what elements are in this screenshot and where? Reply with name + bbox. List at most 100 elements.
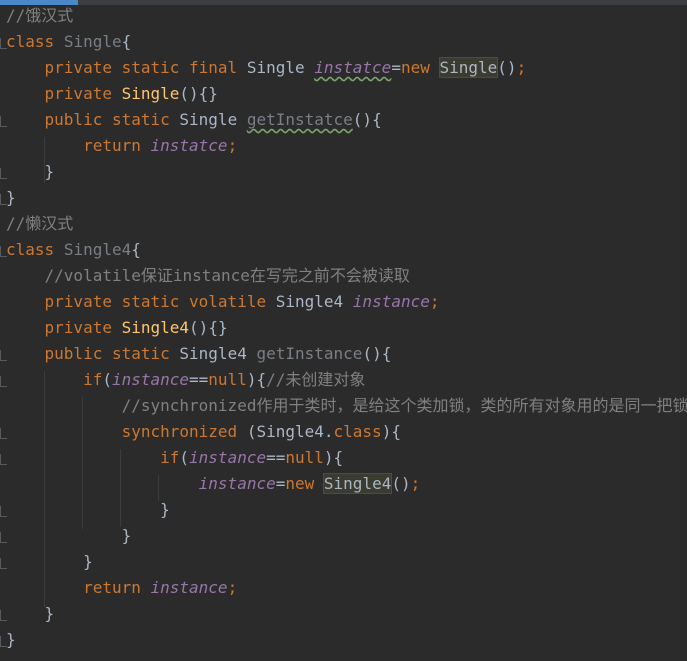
comment: //volatile保证instance在写完之前不会被读取 — [44, 266, 410, 285]
field-name: instance — [352, 292, 430, 311]
brace: } — [6, 500, 170, 519]
modifiers: private static final — [44, 58, 238, 77]
comment: //未创建对象 — [266, 370, 366, 389]
brace: } — [6, 630, 16, 649]
field-name: instance — [198, 474, 276, 493]
keyword: private — [44, 318, 112, 337]
type-name: Single4 — [169, 344, 257, 363]
editor-tab-bar — [0, 0, 687, 5]
code-line[interactable]: if(instance==null){//未创建对象 — [6, 367, 365, 393]
field-name: instance — [111, 370, 190, 389]
code-line[interactable]: } — [6, 497, 170, 523]
code-line[interactable]: } — [6, 601, 55, 627]
code-line[interactable]: } — [6, 159, 55, 185]
keyword: null — [208, 370, 247, 389]
code-line[interactable]: instance=new Single4(); — [6, 471, 420, 497]
paren: ( — [102, 370, 112, 389]
code-line[interactable]: //懒汉式 — [6, 211, 73, 237]
class-name: Single — [63, 32, 122, 51]
code-line[interactable]: //volatile保证instance在写完之前不会被读取 — [6, 263, 410, 289]
code-line[interactable]: private Single4(){} — [6, 315, 228, 341]
brace: } — [6, 188, 16, 207]
operator: == — [189, 370, 209, 389]
class-name: Single4 — [63, 240, 132, 259]
comment: //饿汉式 — [6, 6, 74, 25]
code-line[interactable]: } — [6, 549, 93, 575]
brace: } — [6, 552, 93, 571]
parens: (){ — [352, 110, 382, 129]
code-line[interactable]: if(instance==null){ — [6, 445, 343, 471]
modifiers: private static volatile — [44, 292, 267, 311]
code-line[interactable]: } — [6, 627, 16, 653]
field-name: instance — [150, 578, 228, 597]
keyword: new — [285, 474, 315, 493]
modifiers: public static — [44, 344, 170, 363]
constructor-call: Single — [438, 57, 499, 78]
keyword: return — [83, 578, 141, 597]
brace: } — [6, 526, 132, 545]
parens: (){} — [179, 84, 218, 103]
parens: (){ — [362, 344, 392, 363]
parens: () — [497, 58, 517, 77]
field-name: instance — [189, 448, 267, 467]
code-line[interactable]: //synchronized作用于类时，是给这个类加锁，类的所有对象用的是同一把… — [6, 393, 687, 419]
code-line[interactable]: public static Single4 getInstance(){ — [6, 341, 392, 367]
brace: { — [121, 32, 132, 51]
keyword: synchronized — [121, 422, 238, 441]
brace: } — [6, 604, 55, 623]
keyword: if — [160, 448, 180, 467]
semicolon: ; — [227, 136, 238, 155]
semicolon: ; — [410, 474, 421, 493]
keyword: new — [400, 58, 430, 77]
code-line[interactable]: //饿汉式 — [6, 3, 73, 29]
operator: = — [391, 58, 401, 77]
keyword: return — [83, 136, 141, 155]
code-line[interactable]: } — [6, 185, 16, 211]
code-line[interactable]: public static Single getInstatce(){ — [6, 107, 382, 133]
method-name: getInstatce — [246, 110, 353, 129]
keyword: class — [6, 32, 55, 51]
code-line[interactable]: private static volatile Single4 instance… — [6, 289, 440, 315]
paren: ( — [179, 448, 190, 467]
code-editor[interactable]: //饿汉式 class Single{ private static final… — [0, 0, 687, 661]
code-line[interactable]: return instatce; — [6, 133, 237, 159]
code-line[interactable]: synchronized (Single4.class){ — [6, 419, 401, 445]
code-line[interactable]: private static final Single instatce=new… — [6, 55, 526, 81]
semicolon: ; — [227, 578, 238, 597]
field-name: instatce — [150, 136, 228, 155]
constructor-call: Single4 — [322, 473, 393, 494]
keyword: null — [285, 448, 324, 467]
type-name: Single4 — [266, 292, 353, 311]
parens: (){} — [189, 318, 228, 337]
code-line[interactable]: return instance; — [6, 575, 237, 601]
operator: == — [266, 448, 286, 467]
field-name: instatce — [314, 58, 392, 77]
paren: ){ — [246, 370, 267, 389]
code-line[interactable]: private Single(){} — [6, 81, 218, 107]
keyword: class — [6, 240, 55, 259]
brace: } — [6, 162, 55, 181]
code-line[interactable]: class Single{ — [6, 29, 131, 55]
modifiers: public static — [44, 110, 170, 129]
semicolon: ; — [429, 292, 440, 311]
code-line[interactable]: } — [6, 523, 132, 549]
keyword: private — [44, 84, 112, 103]
method-name: getInstance — [256, 344, 363, 363]
semicolon: ; — [516, 58, 527, 77]
parens: () — [391, 474, 411, 493]
paren: ){ — [323, 448, 344, 467]
code-line[interactable]: class Single4{ — [6, 237, 141, 263]
